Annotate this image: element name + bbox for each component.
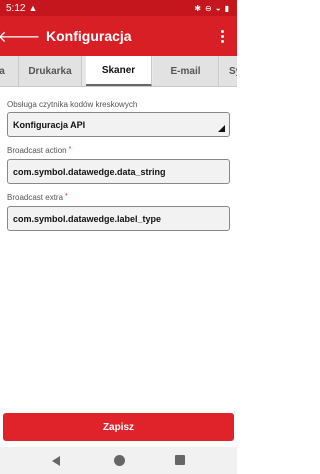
broadcast-extra-input[interactable]: com.symbol.datawedge.label_type (7, 206, 230, 231)
more-vert-icon[interactable] (213, 16, 231, 56)
bluetooth-icon: ✱ (194, 3, 202, 13)
save-button[interactable]: Zapisz (3, 413, 234, 441)
required-marker: * (65, 193, 68, 200)
status-bar: 5:12 ▲ ✱ ⊖ ◒ ▮ (0, 0, 237, 16)
tab-general[interactable]: a (0, 56, 19, 86)
nav-home-icon[interactable] (114, 455, 125, 466)
scanner-select-value: Konfiguracja API (13, 119, 86, 130)
alert-icon: ▲ (28, 3, 38, 13)
broadcast-action-input[interactable]: com.symbol.datawedge.data_string (7, 159, 230, 184)
do-not-disturb-icon: ⊖ (205, 3, 212, 13)
settings-form: Obsługa czytnika kodów kreskowych Konfig… (7, 100, 230, 231)
status-icons: ✱ ⊖ ◒ ▮ (194, 0, 229, 16)
broadcast-extra-value: com.symbol.datawedge.label_type (13, 213, 162, 224)
broadcast-action-label: Broadcast action * (7, 146, 72, 155)
dropdown-arrow-icon (218, 125, 225, 132)
scanner-label: Obsługa czytnika kodów kreskowych (7, 100, 138, 109)
tab-bar: a Drukarka Skaner E-mail Sy (0, 56, 237, 87)
page-title: Konfiguracja (46, 28, 132, 44)
tab-scanner[interactable]: Skaner (86, 56, 152, 86)
status-time: 5:12 (6, 2, 26, 14)
broadcast-action-value: com.symbol.datawedge.data_string (13, 166, 166, 177)
nav-recents-icon[interactable] (175, 455, 185, 465)
wifi-icon: ◒ (215, 3, 221, 13)
system-nav-bar (0, 447, 237, 474)
app-bar: 🡐 Konfiguracja (0, 16, 237, 56)
nav-back-icon[interactable] (52, 456, 60, 466)
arrow-left-icon[interactable]: 🡐 (0, 16, 40, 56)
scanner-select[interactable]: Konfiguracja API (7, 112, 230, 137)
tab-system[interactable]: Sy (220, 56, 237, 86)
broadcast-extra-label: Broadcast extra * (7, 193, 68, 202)
battery-icon: ▮ (224, 3, 229, 13)
required-marker: * (68, 146, 72, 153)
tab-printer[interactable]: Drukarka (19, 56, 82, 86)
tab-email[interactable]: E-mail (153, 56, 219, 86)
